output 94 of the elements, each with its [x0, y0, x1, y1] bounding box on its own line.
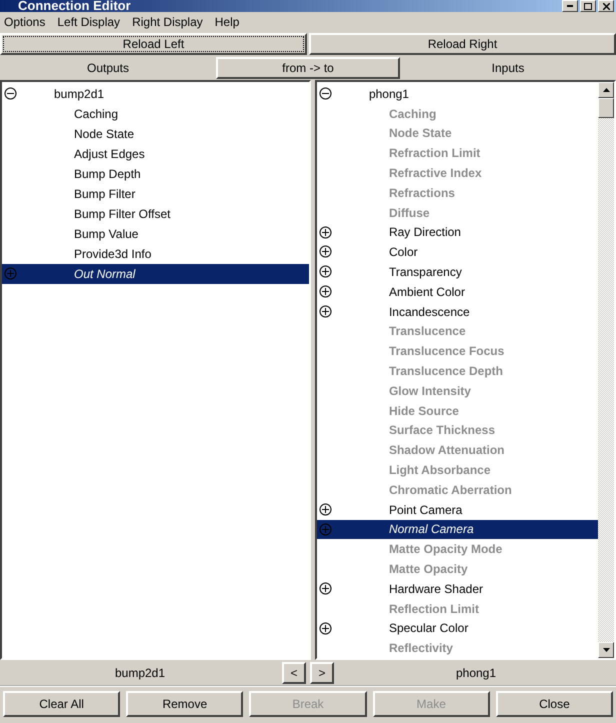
attribute-label: Adjust Edges	[74, 147, 145, 161]
attribute-label: Translucence Focus	[388, 344, 504, 358]
attribute-label: Bump Value	[74, 227, 138, 241]
attribute-label: Node State	[74, 127, 134, 141]
attribute-label: Bump Filter	[74, 187, 136, 201]
attribute-row[interactable]: Color	[316, 242, 598, 262]
attribute-row[interactable]: Provide3d Info	[2, 244, 309, 264]
attribute-row[interactable]: Hardware Shader	[316, 578, 598, 599]
attribute-label: Surface Thickness	[388, 423, 495, 438]
attribute-label: Node State	[388, 126, 452, 140]
previous-button[interactable]: <	[282, 662, 306, 684]
attribute-label: Normal Camera	[388, 522, 474, 536]
attribute-row[interactable]: Point Camera	[316, 500, 598, 520]
menu-item[interactable]: Help	[214, 15, 240, 29]
right-node-name: phong1	[454, 666, 498, 680]
expand-icon[interactable]	[318, 265, 332, 278]
reload-button[interactable]: Reload Left	[0, 33, 307, 55]
attribute-label: Out Normal	[74, 267, 136, 281]
attribute-row[interactable]: Ambient Color	[316, 282, 598, 302]
attribute-row[interactable]: Adjust Edges	[2, 144, 309, 164]
attribute-label: Reflectivity	[388, 641, 453, 656]
inputs-label: Inputs	[490, 61, 526, 75]
attribute-label: Matte Opacity Mode	[388, 542, 502, 556]
attribute-label: Shadow Attenuation	[388, 443, 504, 458]
attribute-label: Provide3d Info	[74, 247, 152, 261]
attribute-row[interactable]: Ray Direction	[316, 222, 598, 242]
next-button[interactable]: >	[310, 662, 334, 684]
expand-icon[interactable]	[318, 245, 332, 258]
attribute-label: Hardware Shader	[388, 582, 483, 596]
attribute-label: Transparency	[388, 265, 462, 280]
attribute-label: Reflection Limit	[388, 602, 479, 616]
menu-item[interactable]: Options	[4, 15, 46, 29]
node-name[interactable]: bump2d1	[54, 87, 104, 101]
attribute-label: Diffuse	[388, 206, 430, 220]
menu-item[interactable]: Right Display	[132, 15, 203, 29]
attribute-label: Refractive Index	[388, 166, 482, 180]
direction-button[interactable]: from -> to	[216, 57, 400, 79]
attribute-label: Point Camera	[388, 502, 462, 517]
attribute-label: Refractions	[388, 186, 455, 200]
maximize-icon	[584, 2, 592, 10]
expand-icon[interactable]	[318, 502, 332, 516]
attribute-row[interactable]: Bump Filter	[2, 184, 309, 204]
minimize-icon	[567, 5, 573, 7]
attribute-row[interactable]: Bump Depth	[2, 164, 309, 184]
scroll-down-icon[interactable]	[598, 642, 614, 658]
expand-icon[interactable]	[318, 304, 332, 318]
attribute-row[interactable]: Incandescence	[316, 302, 598, 322]
attribute-label: Refraction Limit	[388, 146, 480, 160]
attribute-label: Hide Source	[388, 404, 459, 418]
outputs-label: Outputs	[86, 61, 130, 75]
attribute-label: Glow Intensity	[388, 384, 471, 398]
attribute-label: Caching	[388, 106, 436, 121]
menu-item[interactable]: Left Display	[57, 15, 120, 29]
attribute-row[interactable]: Specular Color	[316, 618, 598, 638]
attribute-row[interactable]: Normal Camera	[316, 520, 598, 540]
scroll-up-icon[interactable]	[598, 82, 614, 98]
attribute-label: Caching	[74, 107, 118, 121]
attribute-label: Ambient Color	[388, 284, 465, 299]
attribute-row[interactable]: Bump Filter Offset	[2, 204, 309, 224]
collapse-icon[interactable]	[318, 87, 332, 100]
expand-icon[interactable]	[318, 622, 332, 635]
attribute-row[interactable]: Caching	[2, 104, 309, 124]
attribute-label: Bump Depth	[74, 167, 141, 181]
left-node-name: bump2d1	[114, 666, 166, 680]
attribute-label: Translucence Depth	[388, 364, 503, 378]
attribute-row[interactable]: Out Normal	[2, 264, 309, 284]
attribute-row[interactable]: Transparency	[316, 262, 598, 282]
attribute-label: Color	[388, 245, 418, 260]
scroll-thumb[interactable]	[598, 98, 614, 118]
attribute-label: Chromatic Aberration	[388, 482, 512, 497]
attribute-label: Bump Filter Offset	[74, 207, 170, 221]
minimize-button[interactable]	[562, 0, 578, 12]
close-button[interactable]	[598, 0, 614, 12]
collapse-icon[interactable]	[4, 87, 17, 100]
expand-icon[interactable]	[318, 582, 332, 595]
attribute-label: Specular Color	[388, 621, 468, 636]
window-title: Connection Editor	[18, 0, 131, 12]
attribute-label: Translucence	[388, 324, 466, 338]
action-button[interactable]: Clear All	[3, 691, 120, 717]
attribute-label: Ray Direction	[388, 225, 461, 240]
expand-icon[interactable]	[318, 226, 332, 239]
maximize-button[interactable]	[580, 0, 596, 12]
attribute-row[interactable]: Node State	[2, 124, 309, 144]
reload-button[interactable]: Reload Right	[309, 33, 616, 55]
node-name[interactable]: phong1	[368, 86, 409, 101]
expand-icon[interactable]	[318, 284, 332, 298]
attribute-label: Incandescence	[388, 304, 470, 319]
attribute-label: Light Absorbance	[388, 463, 490, 478]
close-icon	[602, 2, 610, 10]
attribute-label: Matte Opacity	[388, 562, 468, 576]
action-button[interactable]: Close	[496, 691, 614, 717]
action-button[interactable]: Remove	[126, 691, 244, 717]
attribute-row[interactable]: Bump Value	[2, 224, 309, 244]
scrollbar[interactable]	[598, 82, 614, 658]
